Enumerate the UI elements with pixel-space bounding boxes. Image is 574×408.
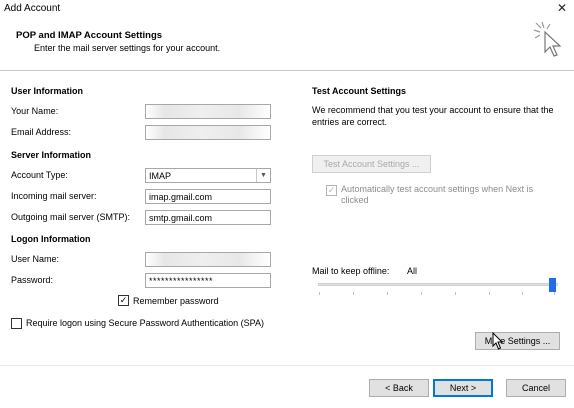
test-settings-title: Test Account Settings bbox=[312, 86, 407, 96]
remember-password-checkbox[interactable]: ✓ bbox=[118, 295, 129, 306]
username-label: User Name: bbox=[11, 254, 60, 264]
header-subtitle: Enter the mail server settings for your … bbox=[34, 43, 221, 53]
email-label: Email Address: bbox=[11, 127, 72, 137]
account-type-select[interactable]: IMAP ▼ bbox=[145, 168, 271, 183]
email-field[interactable] bbox=[145, 125, 271, 140]
offline-slider-track[interactable] bbox=[318, 283, 558, 286]
window-title: Add Account bbox=[4, 3, 61, 14]
spa-label: Require logon using Secure Password Auth… bbox=[26, 318, 264, 328]
incoming-server-field[interactable]: imap.gmail.com bbox=[145, 189, 271, 204]
mouse-pointer-icon bbox=[492, 332, 504, 350]
account-type-label: Account Type: bbox=[11, 170, 68, 180]
more-settings-button[interactable]: More Settings ... bbox=[475, 332, 560, 350]
slider-tick bbox=[522, 292, 523, 295]
server-info-title: Server Information bbox=[11, 150, 92, 160]
click-sparkle-icon bbox=[533, 21, 562, 57]
header-title: POP and IMAP Account Settings bbox=[16, 30, 163, 41]
slider-tick bbox=[554, 292, 555, 295]
slider-tick bbox=[353, 292, 354, 295]
password-label: Password: bbox=[11, 275, 54, 285]
offline-slider-thumb[interactable] bbox=[549, 278, 556, 292]
account-type-value: IMAP bbox=[149, 171, 172, 181]
footer-separator bbox=[0, 365, 574, 366]
auto-test-label: Automatically test account settings when… bbox=[341, 184, 534, 205]
outgoing-server-label: Outgoing mail server (SMTP): bbox=[11, 212, 131, 222]
logon-info-title: Logon Information bbox=[11, 234, 91, 244]
offline-label: Mail to keep offline: bbox=[312, 266, 390, 276]
cancel-button[interactable]: Cancel bbox=[506, 379, 566, 397]
incoming-server-label: Incoming mail server: bbox=[11, 191, 97, 201]
close-icon[interactable]: ✕ bbox=[554, 1, 570, 16]
test-settings-description: We recommend that you test your account … bbox=[312, 105, 554, 127]
user-info-title: User Information bbox=[11, 86, 84, 96]
slider-tick bbox=[489, 292, 490, 295]
offline-value: All bbox=[407, 266, 418, 276]
title-bar: Add Account ✕ bbox=[0, 0, 574, 18]
outgoing-server-field[interactable]: smtp.gmail.com bbox=[145, 210, 271, 225]
slider-tick bbox=[319, 292, 320, 295]
back-button[interactable]: < Back bbox=[369, 379, 429, 397]
remember-password-label: Remember password bbox=[133, 296, 219, 306]
test-account-settings-button[interactable]: Test Account Settings ... bbox=[312, 155, 431, 173]
next-button[interactable]: Next > bbox=[433, 379, 493, 397]
spa-checkbox[interactable] bbox=[11, 318, 22, 329]
chevron-down-icon[interactable]: ▼ bbox=[256, 169, 270, 182]
your-name-field[interactable] bbox=[145, 104, 271, 119]
your-name-label: Your Name: bbox=[11, 106, 59, 116]
dialog-header: POP and IMAP Account Settings Enter the … bbox=[0, 18, 574, 70]
password-field[interactable]: **************** bbox=[145, 273, 271, 288]
slider-tick bbox=[421, 292, 422, 295]
auto-test-checkbox[interactable]: ✓ bbox=[326, 185, 337, 196]
slider-tick bbox=[455, 292, 456, 295]
username-field[interactable] bbox=[145, 252, 271, 267]
slider-tick bbox=[387, 292, 388, 295]
